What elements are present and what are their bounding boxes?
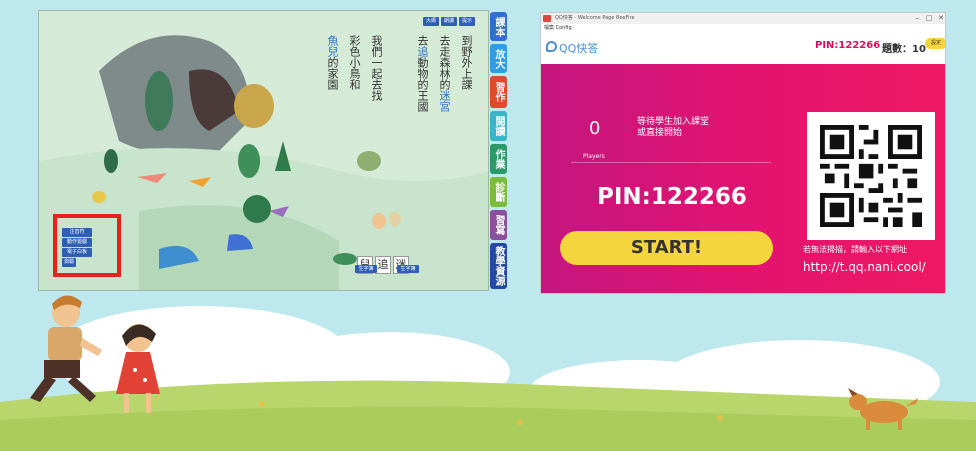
app-logo: QQ快答 xyxy=(559,42,599,55)
minimize-icon[interactable]: – xyxy=(911,13,923,24)
chat-bubble-icon xyxy=(546,41,557,52)
window-titlebar[interactable]: QQ快答 - Welcome Page BeeFire – □ ✕ xyxy=(541,13,945,24)
maximize-icon[interactable]: □ xyxy=(923,13,935,24)
qr-code xyxy=(807,112,935,240)
join-url[interactable]: http://t.qq.nani.cool/ xyxy=(803,260,926,274)
word-book-button[interactable]: 生字簿 xyxy=(397,265,419,273)
window-title: QQ快答 - Welcome Page BeeFire xyxy=(555,15,635,21)
poem-line: 魚兒的家園 xyxy=(326,35,339,90)
char-card[interactable]: 追 xyxy=(375,256,391,274)
window-menubar[interactable]: 檔案 Config xyxy=(541,24,945,32)
tab-writing[interactable]: 習寫 xyxy=(490,210,507,240)
tab-zoom[interactable]: 放大 xyxy=(490,44,507,73)
poem-line: 彩色小鳥和 xyxy=(348,35,361,90)
tab-diagnosis[interactable]: 診斷 xyxy=(490,177,507,207)
tab-homework[interactable]: 作業 xyxy=(490,144,507,174)
hint-button[interactable]: 提示 xyxy=(459,17,475,26)
qq-window[interactable]: QQ快答 - Welcome Page BeeFire – □ ✕ 檔案 Con… xyxy=(540,12,946,294)
qq-header: QQ快答 PIN:122266 題數：10 設定 xyxy=(541,32,945,64)
poem-line: 我們一起去找 xyxy=(370,35,383,101)
tab-reading[interactable]: 閱讀 xyxy=(490,111,507,141)
outline-button[interactable]: 大綱 xyxy=(423,17,439,26)
tab-exercise[interactable]: 習作 xyxy=(490,76,507,108)
scan-fallback-text: 若無法掃描，請輸入以下網址 xyxy=(803,245,907,254)
players-count: 0 xyxy=(589,118,601,139)
read-aloud-button[interactable]: 朗讀 xyxy=(441,17,457,26)
settings-badge[interactable]: 設定 xyxy=(925,38,945,49)
question-count: 題數：10 xyxy=(882,44,926,55)
pin-label: PIN:122266 xyxy=(815,40,881,51)
tab-teaching-resources[interactable]: 教學資源 xyxy=(490,243,507,289)
poem-line: 到野外上課 xyxy=(460,35,473,90)
pin-display: PIN:122266 xyxy=(597,184,747,210)
highlight-box xyxy=(53,214,121,277)
qq-lobby: 0 Players 等待學生加入課堂或直接開始 PIN:122266 START… xyxy=(541,64,945,293)
word-book-button[interactable]: 生字簿 xyxy=(355,265,377,273)
poem-line: 去走森林的迷宮 xyxy=(438,35,451,112)
waiting-message: 等待學生加入課堂或直接開始 xyxy=(637,117,710,138)
tab-textbook[interactable]: 課本 xyxy=(490,12,507,41)
app-icon xyxy=(543,15,551,22)
qr-code-icon xyxy=(820,125,922,227)
poem-line: 去追動物的王國 xyxy=(416,35,429,112)
divider xyxy=(571,162,771,163)
start-button[interactable]: START! xyxy=(560,231,773,265)
players-label: Players xyxy=(583,153,605,160)
close-icon[interactable]: ✕ xyxy=(935,13,945,24)
